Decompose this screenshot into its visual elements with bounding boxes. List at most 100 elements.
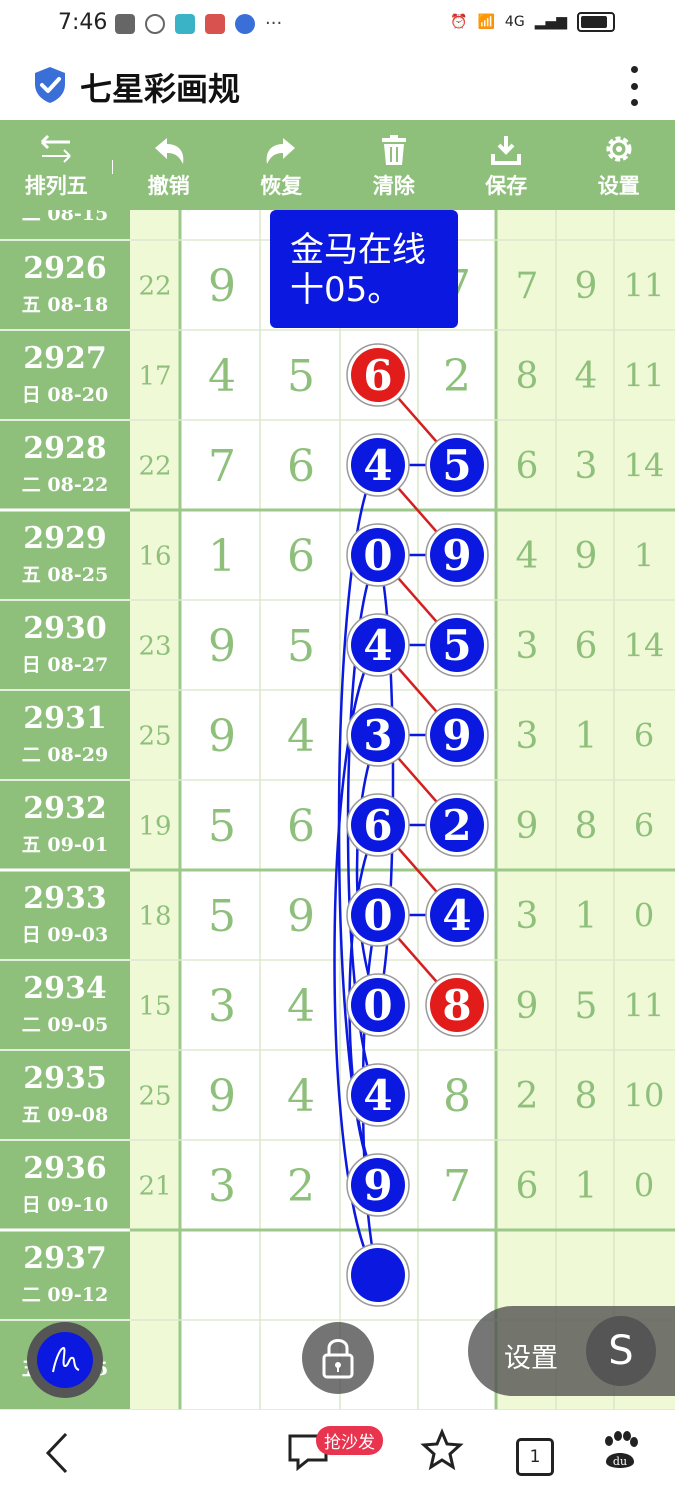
cell-value-x1: 6 xyxy=(516,446,539,487)
tabs-count[interactable]: 1 xyxy=(516,1438,554,1476)
cell-value-d1: 9 xyxy=(208,1071,236,1122)
lock-button[interactable] xyxy=(302,1322,374,1394)
page-title: 七星彩画规 xyxy=(80,70,241,108)
undo-button[interactable]: 撤销 xyxy=(113,120,226,210)
ball-digit: 0 xyxy=(363,531,392,580)
app-notification-icon xyxy=(145,14,165,34)
number-ball[interactable]: 4 xyxy=(346,433,410,497)
number-ball[interactable]: 4 xyxy=(425,883,489,947)
cell-value-d4: 8 xyxy=(443,1071,471,1122)
number-ball[interactable]: 0 xyxy=(346,883,410,947)
cell-value-d1: 4 xyxy=(208,351,236,402)
number-ball[interactable]: 5 xyxy=(425,433,489,497)
number-ball[interactable]: 4 xyxy=(346,1063,410,1127)
more-notifications-icon: ··· xyxy=(265,13,283,34)
number-ball[interactable]: 0 xyxy=(346,973,410,1037)
row-date: 日 09-03 xyxy=(22,924,108,946)
sofa-badge: 抢沙发 xyxy=(316,1426,383,1455)
baidu-paw-icon[interactable]: du xyxy=(598,1428,642,1472)
ball-digit: 4 xyxy=(363,441,392,490)
settings-button[interactable]: 设置 xyxy=(563,120,675,210)
number-ball[interactable]: 6 xyxy=(346,793,410,857)
cell-value-x2: 3 xyxy=(575,446,598,487)
cell-value-d4: 2 xyxy=(443,351,471,402)
issue-number: 2933 xyxy=(23,881,107,916)
redo-label: 恢复 xyxy=(260,174,303,198)
s-button[interactable]: S xyxy=(586,1316,656,1386)
number-ball[interactable]: 9 xyxy=(425,703,489,767)
redo-button[interactable]: 恢复 xyxy=(225,120,338,210)
row-date: 五 09-01 xyxy=(22,834,108,856)
number-ball[interactable]: 9 xyxy=(425,523,489,587)
chart-grid[interactable]: 二 08-15五 09-152926五 08-18229779112927日 0… xyxy=(0,210,675,1410)
cell-value-sum: 15 xyxy=(138,991,171,1021)
signal-icon: ▂▄▆ xyxy=(534,14,567,30)
cell-value-x1: 3 xyxy=(516,626,539,667)
issue-number: 2926 xyxy=(23,251,107,286)
cell-value-sum: 25 xyxy=(138,721,171,751)
ball-digit: 9 xyxy=(442,711,471,760)
toolbar-switch-label: 排列五 xyxy=(24,174,88,198)
swap-arrows-icon xyxy=(41,134,71,163)
cell-value-d1: 9 xyxy=(208,711,236,762)
row-date: 五 08-18 xyxy=(22,294,108,316)
ball-digit: 9 xyxy=(442,531,471,580)
cell-value-x3: 11 xyxy=(624,987,665,1025)
number-ball[interactable]: 3 xyxy=(346,703,410,767)
pen-signature-icon xyxy=(52,1346,80,1373)
cell-value-x2: 9 xyxy=(575,536,598,577)
wifi-icon: 📶 xyxy=(477,14,495,30)
number-ball[interactable] xyxy=(346,1243,410,1307)
redo-icon xyxy=(266,138,296,164)
cell-value-x2: 6 xyxy=(575,626,598,667)
number-ball[interactable]: 4 xyxy=(346,613,410,677)
floating-settings-label[interactable]: 设置 xyxy=(504,1336,558,1375)
ball-digit: 6 xyxy=(363,801,392,850)
issue-number: 2937 xyxy=(23,1241,107,1276)
issue-number: 2930 xyxy=(23,611,107,646)
number-ball[interactable]: 2 xyxy=(425,793,489,857)
cell-value-x2: 1 xyxy=(575,896,598,937)
cell-value-sum: 17 xyxy=(138,361,171,391)
cell-value-d1: 9 xyxy=(208,621,236,672)
table-row[interactable]: 2937 二 09-12 xyxy=(22,1241,108,1306)
settings-label: 设置 xyxy=(597,174,640,198)
back-icon[interactable] xyxy=(40,1428,76,1478)
cell-value-d2: 5 xyxy=(287,621,315,672)
clear-button[interactable]: 清除 xyxy=(338,120,451,210)
cell-value-x3: 1 xyxy=(634,537,654,575)
issue-number: 2931 xyxy=(23,701,107,736)
number-ball[interactable]: 8 xyxy=(425,973,489,1037)
ball-digit: 4 xyxy=(363,1071,392,1120)
star-icon[interactable] xyxy=(420,1428,464,1472)
cell-value-d2: 6 xyxy=(287,531,315,582)
download-icon xyxy=(491,136,522,165)
cell-value-x1: 3 xyxy=(516,896,539,937)
ball-digit: 8 xyxy=(442,981,471,1030)
row-date: 五 08-25 xyxy=(22,564,108,586)
ball-digit: 4 xyxy=(363,621,392,670)
cell-value-x1: 7 xyxy=(516,266,539,307)
browser-bottom-bar: 1 du xyxy=(0,1410,675,1500)
floating-settings-panel[interactable]: 设置 S xyxy=(468,1306,675,1396)
save-button[interactable]: 保存 xyxy=(450,120,563,210)
cell-value-x1: 8 xyxy=(516,356,539,397)
cell-value-d1: 5 xyxy=(208,891,236,942)
svg-text:du: du xyxy=(613,1455,627,1468)
app-header: 七星彩画规 xyxy=(0,50,675,120)
more-menu-icon[interactable] xyxy=(629,66,639,106)
pen-tool-button[interactable] xyxy=(27,1322,103,1398)
number-ball[interactable]: 6 xyxy=(346,343,410,407)
number-ball[interactable]: 0 xyxy=(346,523,410,587)
ball-digit: 5 xyxy=(442,621,471,670)
issue-number: 2932 xyxy=(23,791,107,826)
number-ball[interactable]: 9 xyxy=(346,1153,410,1217)
ball-digit: 5 xyxy=(442,441,471,490)
ball-digit: 9 xyxy=(363,1161,392,1210)
cell-value-d2: 4 xyxy=(287,1071,315,1122)
app-notification-icon xyxy=(235,14,255,34)
number-ball[interactable]: 5 xyxy=(425,613,489,677)
chart-svg[interactable]: 二 08-15五 09-152926五 08-18229779112927日 0… xyxy=(0,210,675,1410)
toolbar-switch-button[interactable]: 排列五 xyxy=(0,120,113,210)
issue-number: 2927 xyxy=(23,341,107,376)
